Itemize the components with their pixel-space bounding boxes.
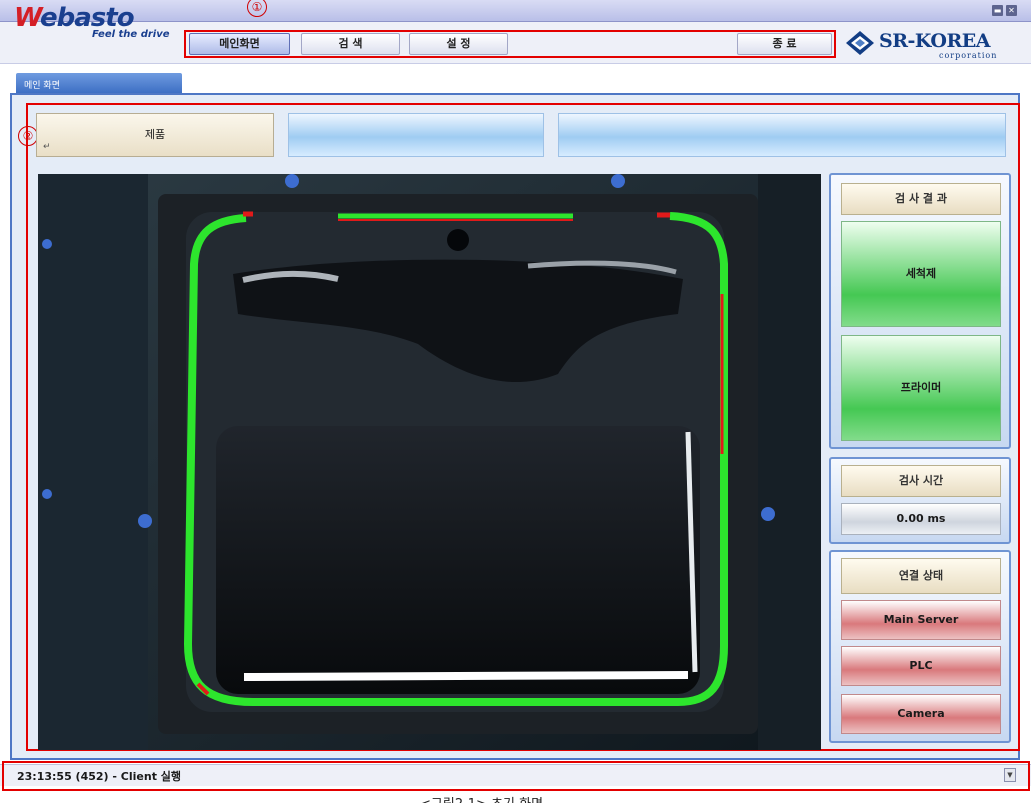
- chevron-down-icon[interactable]: ▼: [1004, 768, 1016, 782]
- inspection-time-title: 검사 시간: [841, 465, 1001, 497]
- inspection-result-title: 검 사 결 과: [841, 183, 1001, 215]
- connection-status-title: 연결 상태: [841, 558, 1001, 594]
- webasto-logo: Webasto Feel the drive: [10, 3, 180, 41]
- exit-button[interactable]: 종 료: [737, 33, 832, 55]
- camera-view: [38, 174, 821, 750]
- sr-korea-logo: SR-KOREA corporation: [843, 26, 1027, 62]
- product-info-bar-2: [558, 113, 1006, 157]
- main-screen-button[interactable]: 메인화면: [189, 33, 290, 55]
- return-icon: ↵: [43, 142, 51, 152]
- annotation-marker-2: ②: [18, 126, 38, 146]
- inspection-time-value: 0.00 ms: [841, 503, 1001, 535]
- inspection-time-panel: 검사 시간 0.00 ms: [829, 457, 1011, 544]
- result-cleaner: 세척제: [841, 221, 1001, 327]
- logo-name: SR-KOREA: [879, 30, 990, 52]
- settings-button[interactable]: 설 정: [409, 33, 508, 55]
- status-plc: PLC: [841, 646, 1001, 686]
- sr-korea-mark-icon: [846, 31, 874, 55]
- product-label: ↵ 제품: [36, 113, 274, 157]
- tab-main-screen[interactable]: 메인 화면: [16, 73, 182, 93]
- status-main-server: Main Server: [841, 600, 1001, 640]
- minimize-icon[interactable]: ▬: [992, 5, 1003, 16]
- connection-status-panel: 연결 상태 Main Server PLC Camera: [829, 550, 1011, 743]
- logo-tagline: Feel the drive: [92, 29, 170, 40]
- result-primer: 프라이머: [841, 335, 1001, 441]
- status-message: 23:13:55 (452) - Client 실행: [17, 770, 182, 783]
- figure-caption: <그림2-1> 초기 화면: [420, 793, 543, 803]
- camera-image: [38, 174, 821, 750]
- status-camera: Camera: [841, 694, 1001, 734]
- logo-sub: corporation: [939, 51, 998, 60]
- inspection-result-panel: 검 사 결 과 세척제 프라이머: [829, 173, 1011, 449]
- search-button[interactable]: 검 색: [301, 33, 400, 55]
- product-label-text: 제품: [144, 128, 166, 141]
- close-icon[interactable]: ✕: [1006, 5, 1017, 16]
- product-info-bar-1: [288, 113, 544, 157]
